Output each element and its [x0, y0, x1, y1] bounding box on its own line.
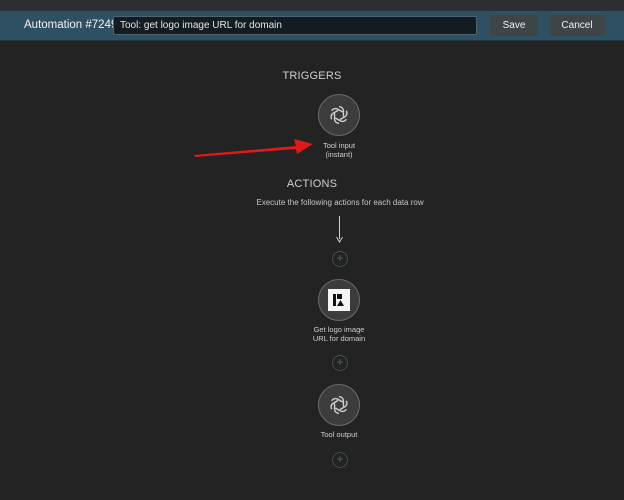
flow-arrow: [336, 216, 343, 243]
action1-label-line2: URL for domain: [312, 333, 366, 343]
action-node-get-logo[interactable]: [318, 279, 360, 321]
add-action-button-3[interactable]: +: [332, 452, 348, 468]
add-action-button-1[interactable]: +: [332, 251, 348, 267]
action-node-label-get-logo: Get logo image URL for domain: [279, 325, 399, 343]
action2-label-line1: Tool output: [320, 430, 358, 439]
action-node-label-tool-output: Tool output: [279, 430, 399, 440]
logo-brand-icon: [328, 289, 350, 311]
openai-icon: [330, 395, 348, 415]
action-node-tool-output[interactable]: [318, 384, 360, 426]
add-action-button-2[interactable]: +: [332, 355, 348, 371]
